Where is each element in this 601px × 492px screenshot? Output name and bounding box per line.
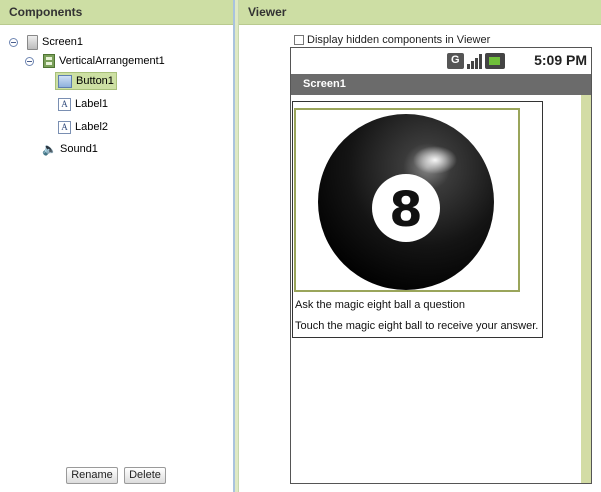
- status-icons: [447, 53, 505, 69]
- vertical-arrangement[interactable]: 8 Ask the magic eight ball a question To…: [292, 101, 543, 338]
- tree-item-button1[interactable]: Button1: [55, 72, 117, 90]
- label-icon: A: [58, 120, 71, 134]
- status-time: 5:09 PM: [534, 52, 587, 68]
- eight-ball-button[interactable]: 8: [294, 108, 520, 292]
- label-icon: A: [58, 97, 71, 111]
- screen-icon: [27, 34, 38, 50]
- eight-ball-image: 8: [318, 114, 494, 290]
- speaker-icon: 🔈: [42, 142, 57, 156]
- selection-highlight: Button1: [55, 72, 117, 90]
- battery-icon: [485, 53, 505, 69]
- vertical-arrangement-icon: [43, 54, 55, 68]
- tree-item-label2[interactable]: A Label2: [58, 118, 108, 136]
- display-hidden-components-checkbox[interactable]: Display hidden components in Viewer: [294, 34, 490, 46]
- tree-item-verticalarrangement1[interactable]: VerticalArrangement1: [25, 52, 165, 70]
- tree-item-label: Label2: [75, 121, 109, 133]
- label2-text: Touch the magic eight ball to receive yo…: [295, 320, 539, 332]
- status-bar: 5:09 PM: [291, 48, 591, 74]
- screen-title-bar: Screen1: [291, 74, 591, 95]
- gprs-icon: [447, 53, 464, 69]
- signal-icon: [466, 53, 483, 69]
- tree-item-label: Screen1: [42, 36, 83, 48]
- checkbox-label: Display hidden components in Viewer: [307, 34, 491, 46]
- tree-item-label1[interactable]: A Label1: [58, 95, 108, 113]
- tree-item-label: Button1: [76, 75, 114, 87]
- ball-number: 8: [389, 182, 422, 238]
- tree-item-label: Label1: [75, 98, 109, 110]
- scrollbar[interactable]: [581, 95, 591, 483]
- button-icon: [58, 74, 72, 88]
- viewer-title: Viewer: [248, 5, 287, 19]
- collapse-icon[interactable]: [9, 37, 18, 47]
- components-panel-header: Components: [0, 0, 233, 25]
- checkbox-icon[interactable]: [294, 35, 304, 45]
- label1-text: Ask the magic eight ball a question: [295, 299, 465, 311]
- tree-item-label: Sound1: [60, 143, 98, 155]
- collapse-icon[interactable]: [25, 56, 34, 66]
- phone-preview: 5:09 PM Screen1: [290, 47, 592, 484]
- tree-item-sound1[interactable]: 🔈 Sound1: [42, 140, 98, 158]
- screen-title: Screen1: [303, 78, 346, 90]
- tree-item-screen1[interactable]: Screen1: [9, 33, 83, 51]
- panel-splitter[interactable]: [233, 0, 239, 492]
- tree-item-label: VerticalArrangement1: [59, 55, 165, 67]
- rename-button[interactable]: Rename: [66, 467, 118, 484]
- components-title: Components: [9, 5, 83, 19]
- delete-button[interactable]: Delete: [124, 467, 166, 484]
- viewer-panel-header: Viewer: [239, 0, 601, 25]
- ball-highlight: [413, 146, 457, 174]
